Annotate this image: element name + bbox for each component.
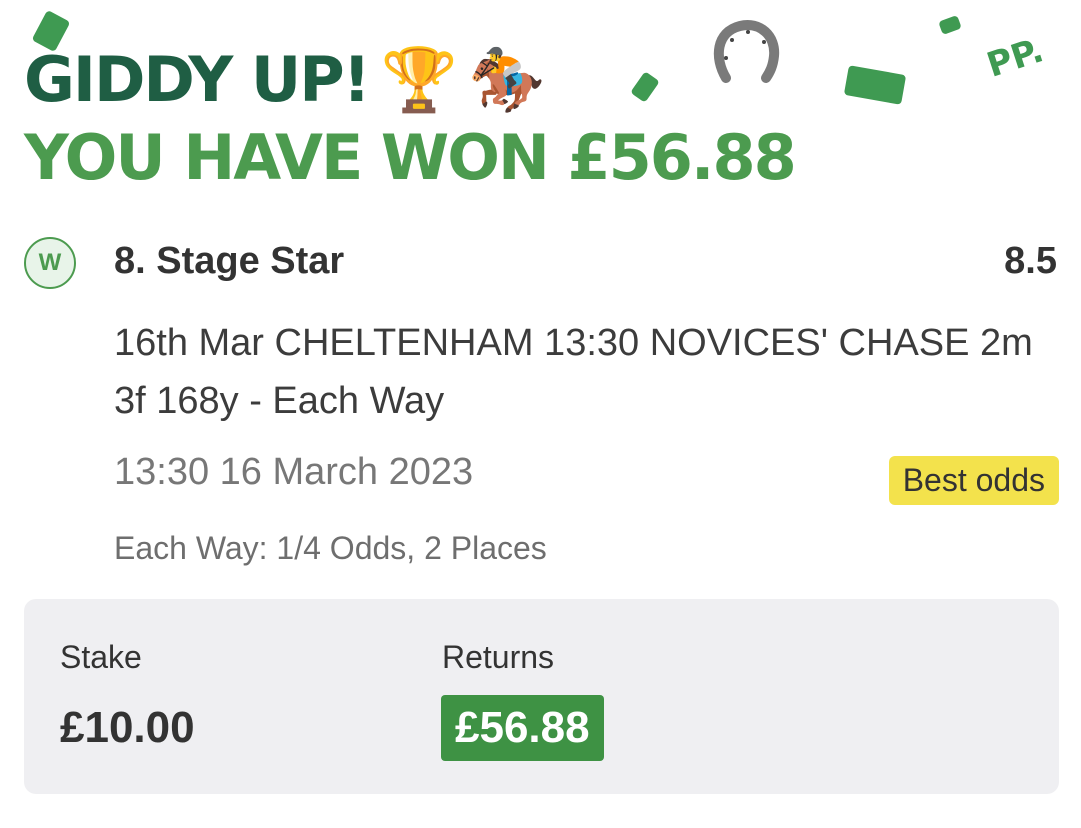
stake-value: £10.00 bbox=[60, 703, 195, 752]
brand-logo: PP. bbox=[982, 30, 1049, 86]
headline-text: GIDDY UP! bbox=[24, 43, 371, 116]
result-badge: W bbox=[24, 237, 76, 289]
runner-name: 8. Stage Star bbox=[114, 240, 345, 282]
horse-racing-icon: 🏇 bbox=[468, 43, 545, 116]
bet-summary-card: Stake £10.00 Returns £56.88 bbox=[24, 599, 1059, 794]
banknote-icon bbox=[630, 71, 660, 103]
banknote-icon bbox=[843, 65, 907, 105]
banknote-icon bbox=[938, 15, 962, 35]
headline-win-amount: YOU HAVE WON £56.88 bbox=[24, 121, 797, 194]
returns-value: £56.88 bbox=[441, 695, 604, 761]
horseshoe-icon bbox=[713, 20, 780, 83]
each-way-terms: Each Way: 1/4 Odds, 2 Places bbox=[114, 530, 547, 566]
selection-odds: 8.5 bbox=[1004, 240, 1057, 282]
stake-label: Stake bbox=[60, 639, 142, 675]
best-odds-tag: Best odds bbox=[888, 456, 1059, 505]
returns-label: Returns bbox=[442, 639, 555, 675]
trophy-icon: 🏆 bbox=[380, 43, 458, 116]
win-receipt: PP. GIDDY UP! 🏆 🏇 YOU HAVE WON £56.88 W … bbox=[0, 0, 1081, 828]
headline-giddy-up: GIDDY UP! 🏆 🏇 bbox=[24, 40, 545, 120]
market-description: 16th Mar CHELTENHAM 13:30 NOVICES' CHASE… bbox=[114, 322, 1033, 422]
event-time: 13:30 16 March 2023 bbox=[114, 451, 474, 493]
